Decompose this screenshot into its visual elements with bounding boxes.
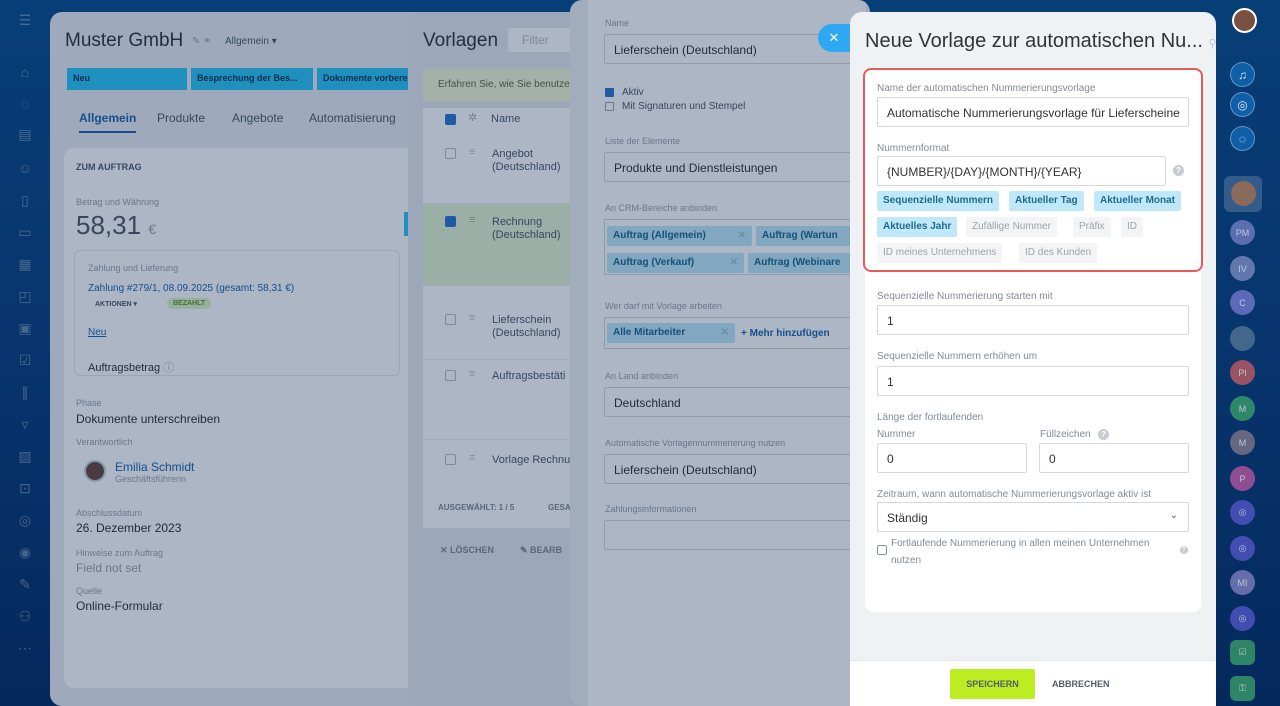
period-label: Zeitraum, wann automatische Nummerierung… — [877, 489, 1151, 500]
drawer-footer: SPEICHERN ABBRECHEN — [850, 660, 1216, 706]
chat-avatar[interactable]: IV — [1230, 256, 1255, 281]
period-select[interactable]: Ständig ⌄ — [877, 502, 1189, 532]
pad-label: Füllzeichen — [1040, 429, 1091, 440]
close-drawer-button[interactable]: ✕ — [818, 24, 850, 52]
length-label-line2: Nummer — [877, 429, 916, 440]
chat-avatar[interactable] — [1231, 181, 1256, 206]
cancel-button[interactable]: ABBRECHEN — [1052, 669, 1110, 699]
start-input[interactable]: 1 — [877, 305, 1189, 335]
chat-avatar[interactable]: M — [1230, 430, 1255, 455]
chat-avatar[interactable]: C — [1230, 290, 1255, 315]
right-sidebar: ♫ ◎ ◌ PM IV C PI M M P ◎ ◎ MI ◎ ☑ ⚿ — [1216, 0, 1280, 706]
lock-icon[interactable]: ⚿ — [1230, 676, 1255, 701]
help-icon[interactable]: ? — [1098, 429, 1109, 440]
length-input[interactable]: 0 — [877, 443, 1027, 473]
chat-avatar[interactable]: M — [1230, 396, 1255, 421]
copilot-chat-icon[interactable]: ◎ — [1230, 500, 1255, 525]
length-label-line1: Länge der fortlaufenden — [877, 412, 984, 423]
step-label: Sequenzielle Nummern erhöhen um — [877, 351, 1038, 362]
pin-icon[interactable]: ⚲ — [1209, 38, 1216, 50]
save-button[interactable]: SPEICHERN — [950, 669, 1035, 699]
chat-avatar[interactable]: PI — [1230, 360, 1255, 385]
drawer-title-text: Neue Vorlage zur automatischen Nu... — [865, 30, 1203, 52]
shared-numbering-label-1: Fortlaufende Nummerierung in allen meine… — [891, 538, 1150, 549]
notifications-icon[interactable]: ♫ — [1230, 62, 1255, 87]
start-label: Sequenzielle Nummerierung starten mit — [877, 291, 1053, 302]
chat-avatar[interactable]: MI — [1230, 570, 1255, 595]
copilot-icon[interactable]: ◎ — [1230, 92, 1255, 117]
shared-numbering-checkbox[interactable] — [877, 545, 887, 555]
highlight-box — [863, 68, 1203, 272]
user-avatar[interactable] — [1232, 8, 1257, 33]
messenger-icon[interactable]: ◌ — [1230, 126, 1255, 151]
chat-avatar[interactable]: P — [1230, 466, 1255, 491]
chevron-down-icon: ⌄ — [1169, 510, 1178, 521]
step-input[interactable]: 1 — [877, 366, 1189, 396]
copilot-chat-icon[interactable]: ◎ — [1230, 606, 1255, 631]
pad-input[interactable]: 0 — [1039, 443, 1189, 473]
copilot-chat-icon[interactable]: ◎ — [1230, 536, 1255, 561]
chat-avatar-photo[interactable] — [1230, 326, 1255, 351]
drawer-title: Neue Vorlage zur automatischen Nu... ⚲ — [865, 30, 1216, 53]
help-icon[interactable]: ? — [1180, 546, 1188, 554]
chat-avatar[interactable]: PM — [1230, 220, 1255, 245]
shared-numbering-label-2: nutzen — [891, 555, 922, 566]
tasks-chat-icon[interactable]: ☑ — [1230, 640, 1255, 665]
